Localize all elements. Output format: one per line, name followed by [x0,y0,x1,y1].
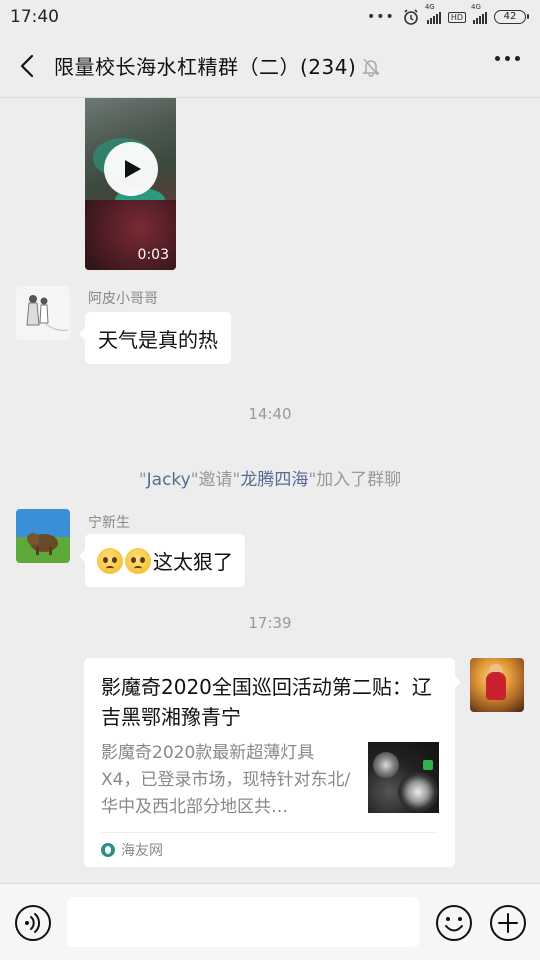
alarm-icon [404,9,418,25]
mute-bell-icon [362,58,381,77]
plus-icon[interactable] [489,904,527,942]
status-indicators: ••• 4G HD 4G 42 [367,3,529,26]
network-label-1: 4G [424,2,435,11]
inviter-name[interactable]: Jacky [147,470,191,490]
invitee-name[interactable]: 龙腾四海 [240,470,308,490]
video-message[interactable]: 0:03 [85,98,176,270]
hd-badge: HD [447,11,466,23]
message-bubble[interactable]: 这太狠了 [79,534,245,587]
divider [101,832,438,833]
sender-name: 阿皮小哥哥 [88,291,158,307]
avatar[interactable] [16,286,70,340]
link-card[interactable]: 影魔奇2020全国巡回活动第二贴：辽吉黑鄂湘豫青宁 影魔奇2020款最新超薄灯具… [84,658,461,867]
link-card-source: 海友网 [101,840,163,860]
message-bubble[interactable]: 天气是真的热 [79,312,231,364]
avatar[interactable] [470,658,524,712]
status-bar: 17:40 ••• 4G HD 4G 42 [0,0,540,34]
video-duration: 0:03 [137,247,169,263]
battery-icon: 42 [494,10,529,24]
pleading-emoji-icon [97,547,123,574]
chat-title: 限量校长海水杠精群（二）(234) [54,55,357,79]
pleading-emoji-icon [125,547,151,574]
message-text: 这太狠了 [153,550,233,574]
status-time: 17:40 [10,7,59,27]
signal-icon-2: 4G [471,3,487,24]
system-text: "邀请" [190,470,241,490]
avatar[interactable] [16,509,70,563]
more-options-button[interactable] [495,56,520,61]
system-text: " [138,470,147,490]
voice-input-icon[interactable] [14,904,52,942]
link-card-thumbnail [368,742,439,813]
play-icon[interactable] [104,142,158,196]
back-button[interactable] [0,34,54,98]
input-bar [0,883,540,960]
message-list[interactable]: 0:03 阿皮小哥哥 天气是真的热 14:40 "Jacky"邀请"龙腾四海"加… [0,98,540,883]
chevron-left-icon [20,54,34,77]
chat-header: 限量校长海水杠精群（二）(234) [0,34,540,98]
notification-dots-icon: ••• [367,9,395,25]
link-card-description: 影魔奇2020款最新超薄灯具X4，已登录市场，现特针对东北/华中及西北部分地区共… [101,743,351,817]
link-card-title: 影魔奇2020全国巡回活动第二贴：辽吉黑鄂湘豫青宁 [101,675,432,729]
system-message: "Jacky"邀请"龙腾四海"加入了群聊 [0,465,540,490]
source-name: 海友网 [121,843,163,859]
timestamp: 17:39 [248,614,292,632]
system-text: "加入了群聊 [308,470,402,490]
timestamp: 14:40 [248,405,292,423]
emoji-icon[interactable] [435,904,473,942]
source-icon [101,843,115,857]
message-input[interactable] [67,897,419,947]
sender-name: 宁新生 [88,515,130,531]
network-label-2: 4G [471,2,481,11]
signal-icon-1: 4G [425,3,441,24]
